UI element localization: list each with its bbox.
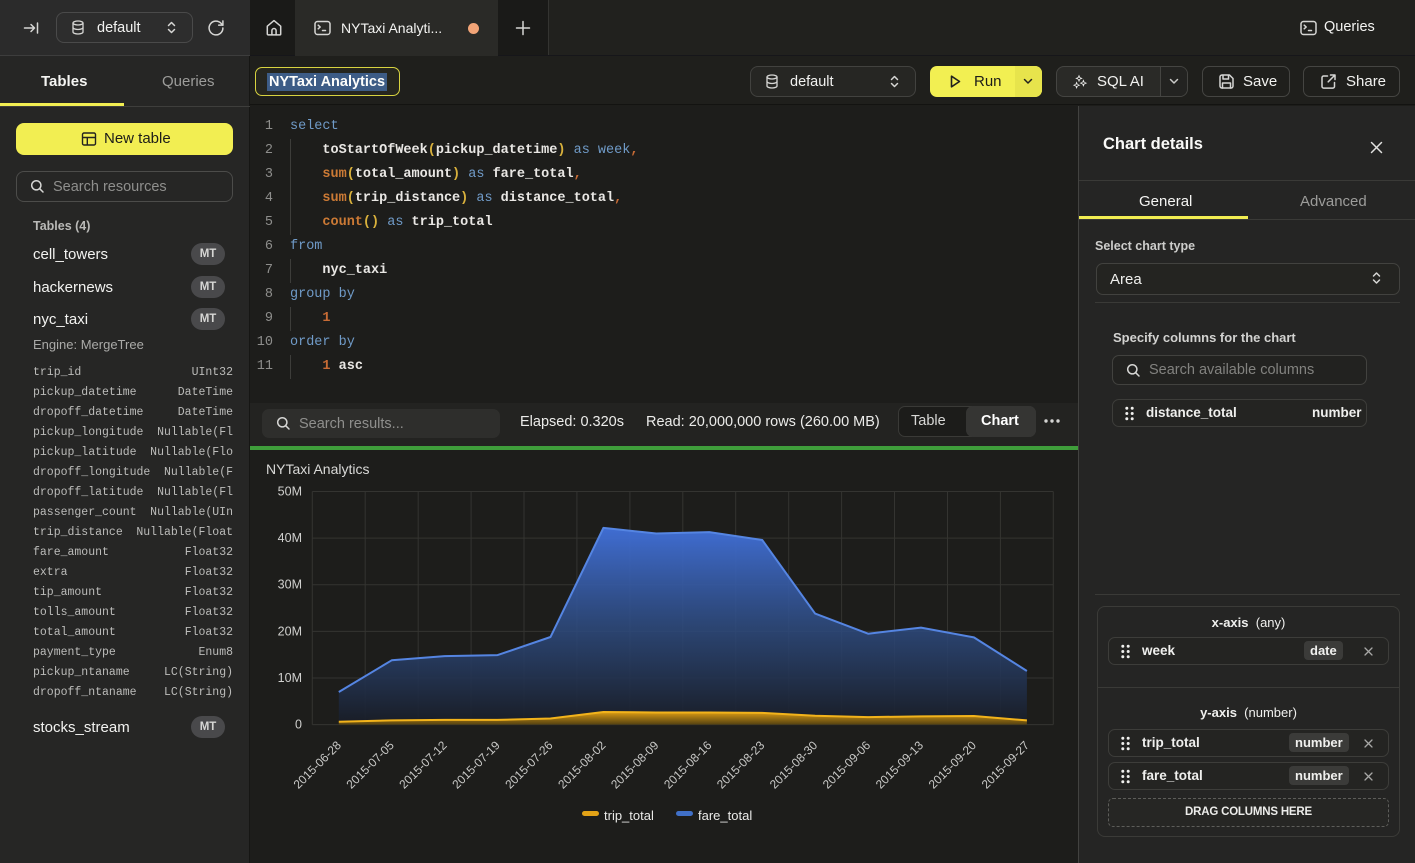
svg-text:2015-07-19: 2015-07-19 — [449, 738, 503, 792]
svg-text:2015-07-26: 2015-07-26 — [502, 738, 556, 792]
svg-text:2015-08-23: 2015-08-23 — [714, 738, 768, 792]
svg-text:fare_total: fare_total — [698, 808, 752, 823]
svg-text:2015-08-09: 2015-08-09 — [608, 738, 662, 792]
svg-text:2015-09-13: 2015-09-13 — [873, 738, 927, 792]
svg-text:50M: 50M — [278, 485, 302, 499]
svg-text:2015-09-20: 2015-09-20 — [926, 738, 980, 792]
svg-text:30M: 30M — [278, 578, 302, 592]
svg-text:0: 0 — [295, 718, 302, 732]
svg-text:2015-08-30: 2015-08-30 — [767, 738, 821, 792]
svg-text:10M: 10M — [278, 671, 302, 685]
svg-text:2015-08-02: 2015-08-02 — [555, 738, 609, 792]
svg-text:2015-07-12: 2015-07-12 — [396, 738, 450, 792]
svg-text:trip_total: trip_total — [604, 808, 654, 823]
svg-text:2015-06-28: 2015-06-28 — [291, 738, 345, 792]
svg-text:20M: 20M — [278, 624, 302, 638]
svg-text:2015-09-27: 2015-09-27 — [979, 738, 1033, 792]
svg-text:2015-07-05: 2015-07-05 — [344, 738, 398, 792]
svg-text:2015-08-16: 2015-08-16 — [661, 738, 715, 792]
svg-text:40M: 40M — [278, 531, 302, 545]
svg-text:2015-09-06: 2015-09-06 — [820, 738, 874, 792]
